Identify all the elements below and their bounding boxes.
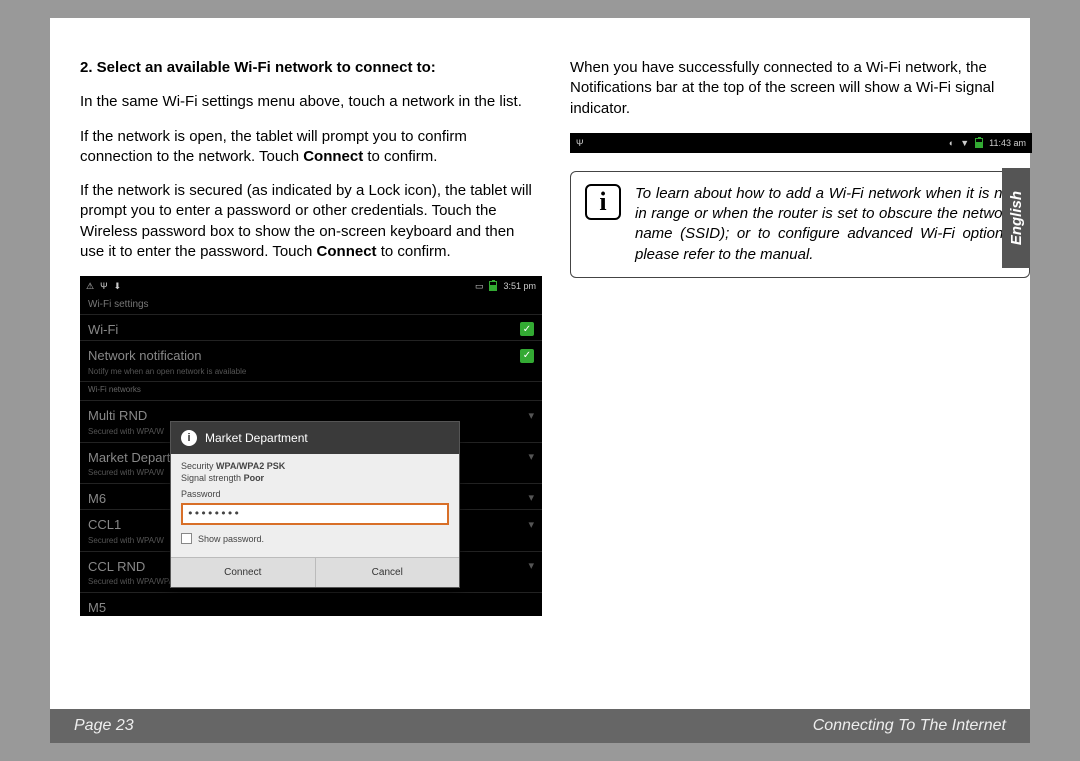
- wifi-settings-screenshot: ⚠ Ψ ⬇ ▭ 3:51 pm Wi-Fi settings Wi-Fi ✓: [80, 276, 542, 616]
- content-columns: 2. Select an available Wi-Fi network to …: [50, 18, 1030, 616]
- show-password-row[interactable]: Show password.: [181, 533, 449, 545]
- language-tab: English: [1002, 168, 1030, 268]
- password-input[interactable]: ••••••••: [181, 503, 449, 525]
- page-footer: Page 23 Connecting To The Internet: [50, 709, 1030, 743]
- status-right-icons: ▭ 3:51 pm: [475, 280, 536, 292]
- download-icon: ⬇: [114, 280, 122, 292]
- wifi-toggle-row: Wi-Fi ✓: [80, 314, 542, 341]
- paragraph-2: If the network is open, the tablet will …: [80, 127, 540, 168]
- status-time: 11:43 am: [989, 137, 1026, 149]
- dialog-buttons: Connect Cancel: [171, 557, 459, 588]
- wifi-icon: ▾: [528, 491, 534, 506]
- network-row: M5: [80, 592, 542, 619]
- info-text: To learn about how to add a Wi-Fi networ…: [635, 184, 1015, 265]
- dialog-header: i Market Department: [171, 422, 459, 454]
- left-column: 2. Select an available Wi-Fi network to …: [80, 58, 540, 616]
- checkbox-icon[interactable]: [181, 533, 192, 544]
- battery-icon: [975, 138, 983, 148]
- status-bar: ⚠ Ψ ⬇ ▭ 3:51 pm: [80, 276, 542, 296]
- wifi-lock-icon: ▾: [528, 559, 534, 574]
- section-title: Connecting To The Internet: [813, 717, 1006, 735]
- info-icon: i: [181, 430, 197, 446]
- section-header: Wi-Fi networks: [80, 381, 542, 400]
- wifi-connect-dialog: i Market Department Security WPA/WPA2 PS…: [170, 421, 460, 588]
- step-heading: 2. Select an available Wi-Fi network to …: [80, 58, 540, 78]
- paragraph-1: In the same Wi-Fi settings menu above, t…: [80, 92, 540, 112]
- right-paragraph: When you have successfully connected to …: [570, 58, 1030, 119]
- connect-button[interactable]: Connect: [171, 558, 316, 588]
- status-time: 3:51 pm: [503, 280, 536, 292]
- wifi-lock-icon: ▾: [528, 518, 534, 533]
- cancel-button[interactable]: Cancel: [316, 558, 460, 588]
- page-number: Page 23: [74, 717, 134, 735]
- battery-icon: [489, 281, 497, 291]
- dialog-title: Market Department: [205, 430, 308, 446]
- usb-icon: Ψ: [100, 280, 108, 292]
- signal-icon: ▭: [475, 280, 484, 292]
- sync-icon: ◐: [949, 137, 954, 149]
- notification-bar-screenshot: Ψ ◐ ▼ 11:43 am: [570, 133, 1032, 153]
- usb-icon: Ψ: [576, 137, 584, 149]
- info-callout: i To learn about how to add a Wi-Fi netw…: [570, 171, 1030, 278]
- paragraph-3: If the network is secured (as indicated …: [80, 181, 540, 262]
- wifi-lock-icon: ▾: [528, 409, 534, 424]
- network-notif-row: Network notification ✓: [80, 340, 542, 367]
- wifi-signal-icon: ▼: [960, 137, 969, 149]
- status-left-icons: ⚠ Ψ ⬇: [86, 280, 121, 292]
- dialog-body: Security WPA/WPA2 PSK Signal strength Po…: [171, 454, 459, 557]
- warning-icon: ⚠: [86, 280, 94, 292]
- screen-title: Wi-Fi settings: [80, 296, 542, 314]
- manual-page: 2. Select an available Wi-Fi network to …: [50, 18, 1030, 743]
- check-icon: ✓: [520, 349, 534, 363]
- right-column: When you have successfully connected to …: [570, 58, 1030, 616]
- wifi-lock-icon: ▾: [528, 450, 534, 465]
- notif-subtext: Notify me when an open network is availa…: [80, 367, 542, 382]
- check-icon: ✓: [520, 322, 534, 336]
- info-icon: i: [585, 184, 621, 220]
